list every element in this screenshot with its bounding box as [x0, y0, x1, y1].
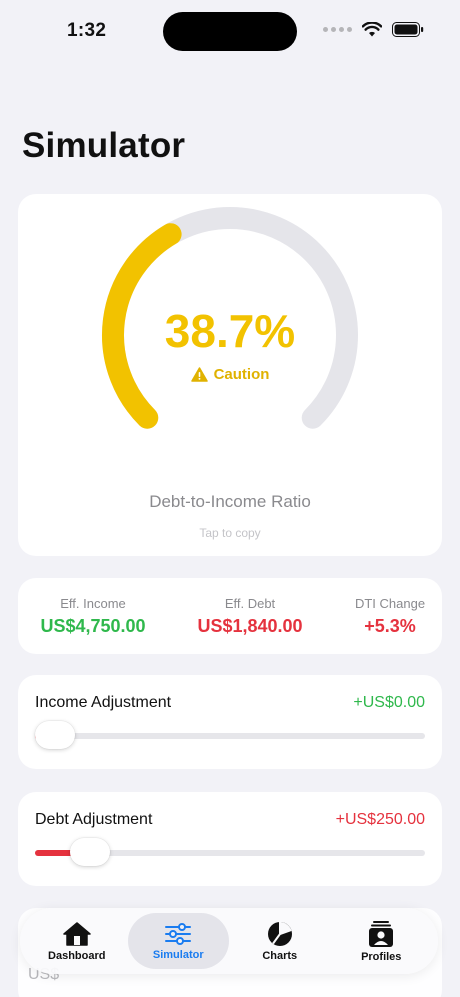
slider-thumb[interactable]: [70, 838, 111, 866]
debt-adjustment-amount: +US$250.00: [335, 811, 425, 828]
stat-effective-income: Eff. Income US$4,750.00: [34, 596, 152, 637]
debt-adjustment-title: Debt Adjustment: [35, 811, 153, 828]
dti-value: 38.7%: [164, 305, 296, 357]
stat-label: Eff. Income: [60, 596, 126, 611]
debt-adjustment-card: Debt Adjustment +US$250.00: [18, 792, 442, 886]
pie-chart-icon: [267, 921, 292, 946]
dti-label: Debt-to-Income Ratio: [149, 492, 311, 511]
tab-charts[interactable]: Charts: [229, 913, 331, 969]
dti-status: Caution: [18, 366, 442, 383]
house-icon: [63, 921, 91, 946]
income-adjustment-title: Income Adjustment: [35, 694, 172, 711]
wifi-icon: [362, 22, 382, 37]
page-title: Simulator: [22, 126, 186, 165]
stat-value: +5.3%: [364, 616, 416, 636]
slider-thumb[interactable]: [35, 721, 75, 749]
income-adjustment-slider[interactable]: [35, 721, 425, 749]
status-icons: [323, 22, 424, 37]
summary-stats-card: Eff. Income US$4,750.00 Eff. Debt US$1,8…: [18, 578, 442, 654]
dti-gauge-card[interactable]: 38.7% Caution Debt-to-Income Ratio Tap t…: [18, 194, 442, 556]
sliders-icon: [165, 922, 192, 945]
copy-hint: Tap to copy: [199, 526, 261, 540]
tab-simulator[interactable]: Simulator: [127, 913, 229, 969]
dti-status-label: Caution: [213, 366, 270, 383]
status-bar: 1:32: [0, 0, 460, 64]
tab-label: Dashboard: [48, 949, 106, 962]
person-card-icon: [369, 920, 394, 947]
stat-label: Eff. Debt: [224, 596, 276, 611]
tab-profiles[interactable]: Profiles: [331, 913, 433, 969]
tab-bar: Dashboard Simulator Charts Profiles: [20, 908, 438, 974]
stat-value: US$1,840.00: [197, 616, 303, 636]
tab-label: Simulator: [152, 948, 204, 961]
stat-label: DTI Change: [354, 596, 426, 611]
income-adjustment-amount: +US$0.00: [353, 694, 425, 711]
stat-dti-change: DTI Change +5.3%: [350, 596, 430, 637]
status-time: 1:32: [67, 20, 107, 41]
battery-icon: [392, 22, 424, 37]
debt-adjustment-slider[interactable]: [35, 838, 425, 866]
warning-icon: [190, 367, 208, 382]
tab-label: Charts: [262, 949, 298, 962]
stat-effective-debt: Eff. Debt US$1,840.00: [186, 596, 314, 637]
income-adjustment-card: Income Adjustment +US$0.00: [18, 675, 442, 769]
signal-dots-icon: [323, 27, 352, 32]
stat-value: US$4,750.00: [40, 616, 146, 636]
slider-fill: [35, 850, 75, 856]
dynamic-island: [163, 12, 297, 51]
tab-label: Profiles: [361, 950, 402, 963]
tab-dashboard[interactable]: Dashboard: [26, 913, 128, 969]
